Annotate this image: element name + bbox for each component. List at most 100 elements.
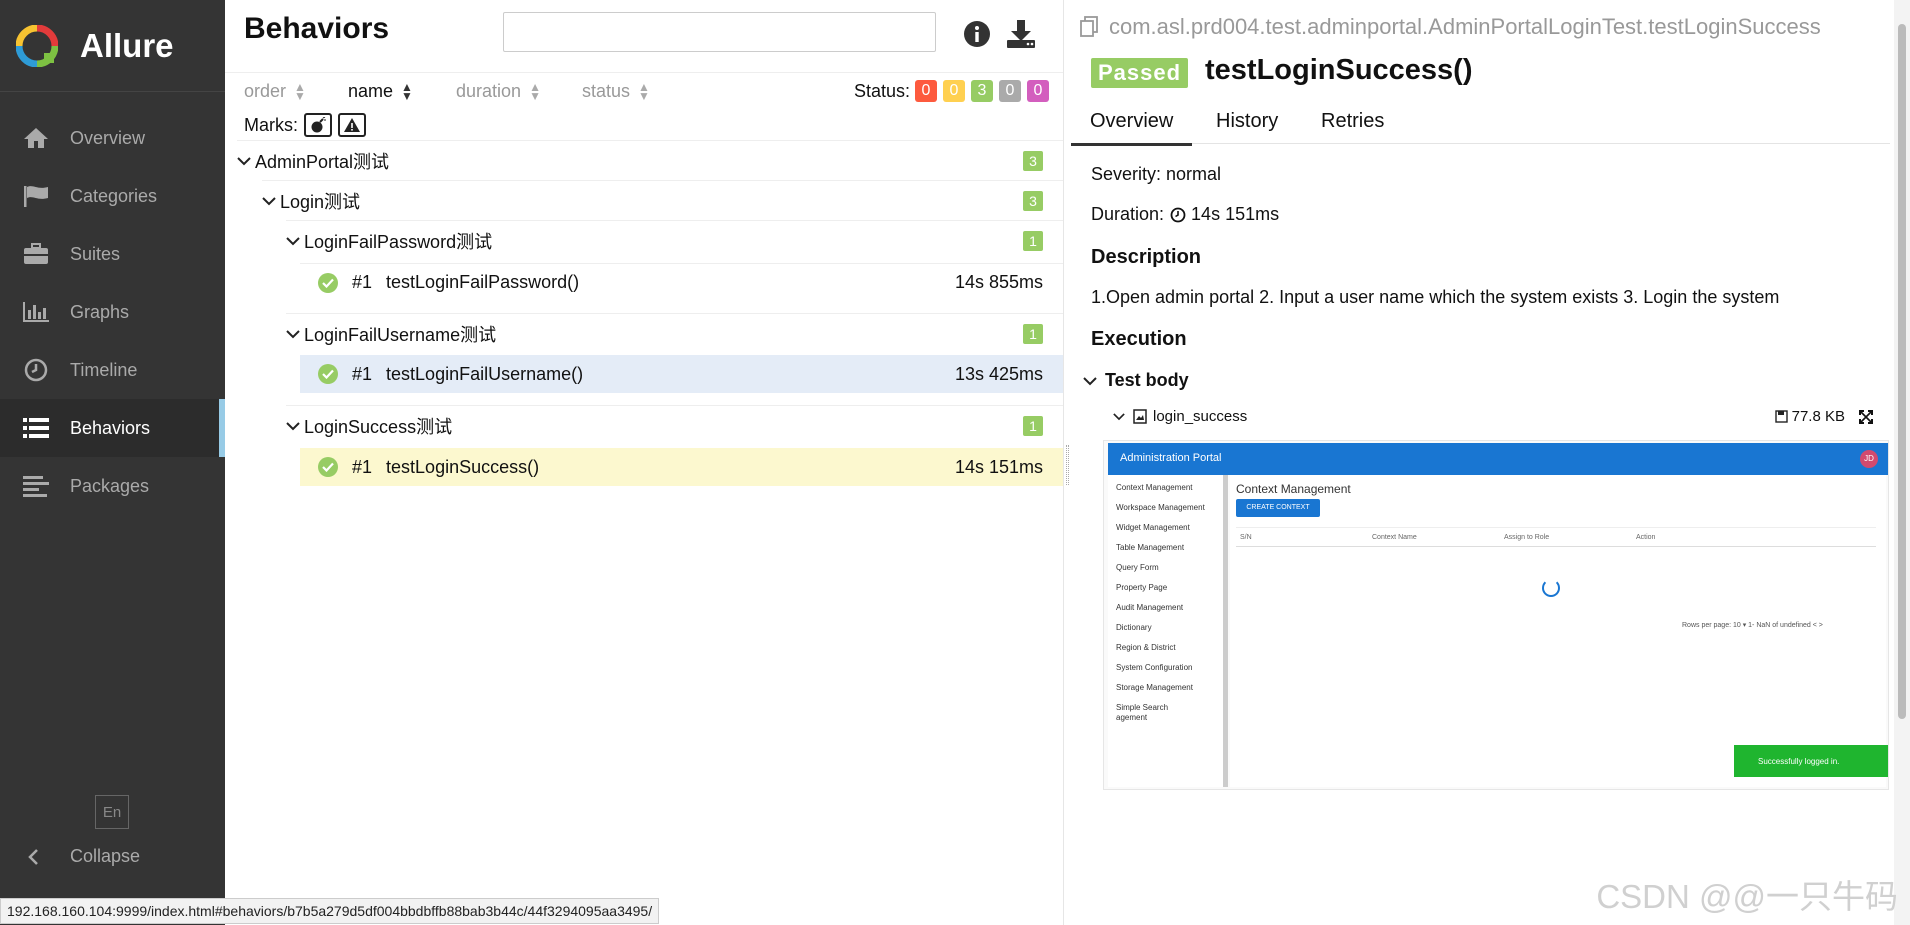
sidebar-item-graphs[interactable]: Graphs xyxy=(0,283,225,341)
allure-logo-icon xyxy=(16,24,58,67)
test-row-selected[interactable]: #1 testLoginSuccess() 14s 151ms xyxy=(300,448,1063,486)
screenshot-toast-text: Successfully logged in. xyxy=(1758,756,1840,766)
sort-order-label: order xyxy=(244,81,287,101)
test-name: testLoginFailUsername() xyxy=(386,363,584,384)
sort-name[interactable]: name ▲ ▼ xyxy=(348,81,413,102)
test-duration: 13s 425ms xyxy=(954,363,1043,384)
download-icon[interactable] xyxy=(1005,18,1037,50)
screenshot-scrollbar xyxy=(1223,475,1228,787)
test-title: testLoginSuccess() xyxy=(1205,54,1473,86)
tab-retries[interactable]: Retries xyxy=(1321,110,1384,133)
bar-chart-icon xyxy=(22,299,50,325)
search-input[interactable] xyxy=(503,12,936,52)
info-icon[interactable] xyxy=(963,20,991,48)
duration: Duration: 14s 151ms xyxy=(1091,204,1279,225)
test-row[interactable]: #1 testLoginFailUsername() 13s 425ms xyxy=(300,355,1063,393)
scrollbar-thumb[interactable] xyxy=(1898,24,1906,719)
execution-heading: Execution xyxy=(1091,328,1187,350)
tree-group-count: 1 xyxy=(1023,231,1043,251)
behaviors-pane: Behaviors order ▲ ▼ name ▲ ▼ duration ▲ ▼ stat… xyxy=(225,0,1063,925)
tree-group-label: LoginFailPassword测试 xyxy=(304,231,493,252)
chevron-down-icon xyxy=(1113,413,1125,421)
collapse-button[interactable]: Collapse xyxy=(26,846,140,867)
screenshot-menu-item: Simple Search xyxy=(1116,703,1169,712)
screenshot-spinner xyxy=(1542,579,1560,597)
tree-group-count: 1 xyxy=(1023,324,1043,344)
screenshot-column: Assign to Role xyxy=(1504,534,1550,541)
status-broken-toggle[interactable]: 0 xyxy=(943,80,965,102)
test-row[interactable]: #1 testLoginFailPassword() 14s 855ms xyxy=(300,263,1063,301)
test-duration: 14s 151ms xyxy=(954,456,1043,477)
screenshot-column: Context Name xyxy=(1372,534,1417,541)
flaky-mark-toggle[interactable] xyxy=(304,113,332,137)
expand-icon[interactable] xyxy=(1859,409,1873,424)
page-scrollbar[interactable] xyxy=(1894,0,1910,925)
pane-splitter[interactable] xyxy=(1063,0,1071,925)
test-full-name: com.asl.prd004.test.adminportal.AdminPor… xyxy=(1079,14,1821,40)
sidebar-item-overview[interactable]: Overview xyxy=(0,109,225,167)
screenshot-table-header: S/N Context Name Assign to Role Action xyxy=(1236,527,1876,547)
test-number: #1 xyxy=(352,456,373,477)
new-failed-mark-toggle[interactable] xyxy=(338,113,366,137)
sort-order[interactable]: order ▲ ▼ xyxy=(244,81,306,102)
screenshot-menu-item: System Configuration xyxy=(1116,663,1193,672)
chevron-down-icon xyxy=(1083,376,1097,385)
screenshot-menu-item: Widget Management xyxy=(1116,523,1190,532)
sidebar-item-label: Categories xyxy=(70,185,158,206)
test-body-step[interactable]: Test body xyxy=(1083,370,1189,391)
status-filter-label: Status: xyxy=(854,81,911,101)
language-switch[interactable]: En xyxy=(95,795,129,829)
tree-group-count: 3 xyxy=(1023,191,1043,211)
marks-filter: Marks: xyxy=(244,113,366,137)
tree-group-label: LoginFailUsername测试 xyxy=(304,324,497,345)
duration-value: 14s 151ms xyxy=(1191,204,1280,224)
attachment-row[interactable]: login_success 77.8 KB xyxy=(1113,408,1873,425)
sidebar-item-behaviors[interactable]: Behaviors xyxy=(0,399,225,457)
test-duration: 14s 855ms xyxy=(954,272,1043,292)
sidebar-item-categories[interactable]: Categories xyxy=(0,167,225,225)
sort-arrows-icon: ▲ ▼ xyxy=(294,79,306,103)
tree-group-story[interactable]: LoginFailPassword测试 1 xyxy=(286,220,1063,260)
screenshot-pager: Rows per page: 10 ▾ 1- NaN of undefined … xyxy=(1682,622,1823,629)
attachment-screenshot[interactable]: Administration Portal JD Context Managem… xyxy=(1103,440,1889,790)
sidebar-item-suites[interactable]: Suites xyxy=(0,225,225,283)
status-unknown-toggle[interactable]: 0 xyxy=(1027,80,1049,102)
copy-icon[interactable] xyxy=(1079,16,1101,38)
passed-status-icon xyxy=(318,364,338,384)
sort-status[interactable]: status ▲ ▼ xyxy=(582,81,650,102)
home-icon xyxy=(22,125,50,151)
tree-group-story[interactable]: LoginFailUsername测试 1 xyxy=(286,313,1063,353)
tab-overview[interactable]: Overview xyxy=(1070,110,1193,146)
tree-group-label: LoginSuccess测试 xyxy=(304,416,453,437)
sort-bar: order ▲ ▼ name ▲ ▼ duration ▲ ▼ status ▲ ▼ Statu… xyxy=(225,72,1063,106)
tree-group-feature[interactable]: Login测试 3 xyxy=(262,180,1063,220)
briefcase-icon xyxy=(22,241,50,267)
screenshot-app-bar: Administration Portal JD xyxy=(1108,443,1888,475)
screenshot-main: Context Management CREATE CONTEXT S/N Co… xyxy=(1230,475,1888,787)
chevron-down-icon xyxy=(237,156,251,165)
collapse-label: Collapse xyxy=(70,846,141,866)
align-left-icon xyxy=(22,473,50,499)
brand[interactable]: Allure xyxy=(0,0,225,92)
sort-name-label: name xyxy=(348,81,394,101)
attachment-name: login_success xyxy=(1153,408,1248,425)
splitter-grip[interactable] xyxy=(1066,445,1069,485)
status-skipped-toggle[interactable]: 0 xyxy=(999,80,1021,102)
tree-group-story[interactable]: LoginSuccess测试 1 xyxy=(286,405,1063,445)
screenshot-menu-item: Property Page xyxy=(1116,583,1168,592)
sidebar-item-packages[interactable]: Packages xyxy=(0,457,225,515)
screenshot-menu-item: Audit Management xyxy=(1116,603,1184,612)
sort-duration[interactable]: duration ▲ ▼ xyxy=(456,81,541,102)
status-passed-toggle[interactable]: 3 xyxy=(971,80,993,102)
status-failed-toggle[interactable]: 0 xyxy=(915,80,937,102)
tree-group-epic[interactable]: AdminPortal测试 3 xyxy=(237,140,1063,180)
tree-group-count: 3 xyxy=(1023,151,1043,171)
screenshot-menu-item: Region & District xyxy=(1116,643,1176,652)
warning-icon xyxy=(344,118,360,132)
duration-label: Duration: xyxy=(1091,204,1165,224)
tree-group-label: AdminPortal测试 xyxy=(255,151,390,172)
tab-history[interactable]: History xyxy=(1216,110,1278,133)
sidebar-item-timeline[interactable]: Timeline xyxy=(0,341,225,399)
description-heading: Description xyxy=(1091,246,1202,268)
detail-tabs: Overview History Retries xyxy=(1070,100,1890,146)
